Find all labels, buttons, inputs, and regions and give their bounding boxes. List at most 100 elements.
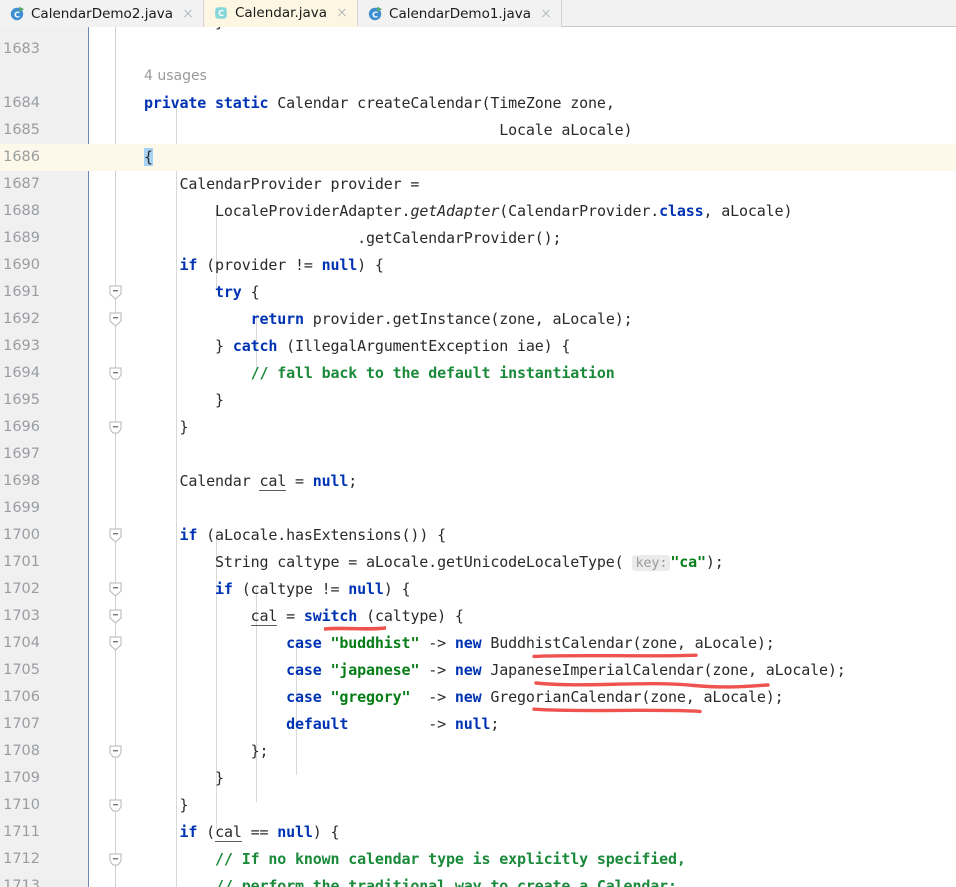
annotation-underline-switch (324, 625, 386, 632)
java-class-runnable-icon: C (10, 6, 25, 21)
code-row-active[interactable]: 1686 { (0, 144, 956, 171)
code-row[interactable]: 1695 } (0, 387, 956, 414)
code-line: // If no known calendar type is explicit… (215, 850, 686, 868)
code-row[interactable]: 1699 (0, 495, 956, 522)
code-row[interactable]: 1704 case "buddhist" -> new BuddhistCale… (0, 630, 956, 657)
line-number: 1694 (3, 365, 40, 381)
code-row[interactable]: 1698 Calendar cal = null; (0, 468, 956, 495)
code-row[interactable]: 1711 if (cal == null) { (0, 819, 956, 846)
code-row[interactable]: 1691 try { (0, 279, 956, 306)
code-row[interactable]: 1709 } (0, 765, 956, 792)
code-line: Calendar cal = null; (144, 472, 358, 491)
line-number: 1696 (3, 419, 40, 435)
code-line: } (144, 391, 224, 409)
editor-tab-label: CalendarDemo2.java (31, 5, 173, 22)
line-number: 1687 (3, 176, 40, 192)
code-line: { (144, 148, 153, 166)
code-line: } catch (IllegalArgumentException iae) { (144, 337, 571, 355)
code-line: } (144, 418, 189, 436)
code-line: } (144, 27, 224, 36)
editor-tab-bar: C CalendarDemo2.java C Calendar.java C C… (0, 0, 956, 27)
line-number: 1688 (3, 203, 40, 219)
code-editor[interactable]: 1682 } 1683 4 usages 1684 private static… (0, 27, 956, 887)
code-line: if (provider != null) { (179, 256, 384, 274)
code-line: if (cal == null) { (179, 823, 340, 842)
line-number: 1703 (3, 608, 40, 624)
code-row[interactable]: 1705 case "japanese" -> new JapaneseImpe… (0, 657, 956, 684)
line-number: 1695 (3, 392, 40, 408)
code-line: LocaleProviderAdapter.getAdapter(Calenda… (144, 202, 793, 220)
line-number: 1689 (3, 230, 40, 246)
line-number: 1693 (3, 338, 40, 354)
code-line: default -> null; (286, 715, 500, 733)
code-row[interactable]: 1700 if (aLocale.hasExtensions()) { (0, 522, 956, 549)
close-icon[interactable] (540, 8, 552, 20)
code-row[interactable]: 1701 String caltype = aLocale.getUnicode… (0, 549, 956, 576)
code-line: try { (215, 283, 260, 301)
line-number: 1685 (3, 122, 40, 138)
svg-text:C: C (14, 10, 20, 19)
line-number: 1683 (3, 41, 40, 57)
code-row[interactable]: 1690 if (provider != null) { (0, 252, 956, 279)
code-row[interactable]: 1693 } catch (IllegalArgumentException i… (0, 333, 956, 360)
code-row[interactable]: 1683 (0, 36, 956, 63)
code-row[interactable]: 1710 } (0, 792, 956, 819)
code-row[interactable]: 1685 Locale aLocale) (0, 117, 956, 144)
code-row[interactable]: 1706 case "gregory" -> new GregorianCale… (0, 684, 956, 711)
code-line: if (caltype != null) { (215, 580, 411, 598)
code-line: cal = switch (caltype) { (250, 607, 464, 626)
code-row[interactable]: 1708 }; (0, 738, 956, 765)
editor-tab-label: Calendar.java (234, 4, 328, 21)
line-number: 1704 (3, 635, 40, 651)
code-row[interactable]: 1703 cal = switch (caltype) { (0, 603, 956, 630)
line-number: 1700 (3, 527, 40, 543)
code-line: .getCalendarProvider(); (144, 229, 562, 247)
line-number: 1698 (3, 473, 40, 489)
line-number: 1709 (3, 770, 40, 786)
parameter-hint[interactable]: key: (632, 555, 671, 571)
annotation-underline-gregoriancalendar (532, 706, 702, 714)
line-number: 1707 (3, 716, 40, 732)
java-class-readonly-icon: C (214, 5, 229, 20)
code-row[interactable]: 1684 private static Calendar createCalen… (0, 90, 956, 117)
line-number: 1706 (3, 689, 40, 705)
editor-tab-label: CalendarDemo1.java (389, 5, 532, 22)
code-row[interactable]: 1688 LocaleProviderAdapter.getAdapter(Ca… (0, 198, 956, 225)
line-number: 1713 (3, 878, 40, 887)
code-row[interactable]: 1713 // perform the traditional way to c… (0, 873, 956, 887)
code-row[interactable]: 1682 } (0, 27, 956, 36)
close-icon[interactable] (336, 7, 348, 19)
svg-text:C: C (372, 10, 378, 19)
line-number: 1691 (3, 284, 40, 300)
svg-text:C: C (218, 9, 224, 18)
editor-tab-calendar[interactable]: C Calendar.java (203, 0, 359, 27)
code-line: } (144, 769, 224, 787)
code-row[interactable]: 1694 // fall back to the default instant… (0, 360, 956, 387)
line-number: 1692 (3, 311, 40, 327)
line-number: 1690 (3, 257, 40, 273)
code-row[interactable]: 1696 } (0, 414, 956, 441)
code-row[interactable]: 1689 .getCalendarProvider(); (0, 225, 956, 252)
code-row[interactable]: 1707 default -> null; (0, 711, 956, 738)
code-line: return provider.getInstance(zone, aLocal… (250, 310, 633, 328)
inlay-row: 4 usages (0, 63, 956, 90)
code-row[interactable]: 1692 return provider.getInstance(zone, a… (0, 306, 956, 333)
line-number: 1697 (3, 446, 40, 462)
line-number: 1684 (3, 95, 40, 111)
code-row[interactable]: 1712 // If no known calendar type is exp… (0, 846, 956, 873)
code-row[interactable]: 1687 CalendarProvider provider = (0, 171, 956, 198)
code-line: CalendarProvider provider = (144, 175, 420, 193)
code-line: // fall back to the default instantiatio… (250, 364, 615, 382)
code-row[interactable]: 1697 (0, 441, 956, 468)
line-number: 1710 (3, 797, 40, 813)
code-line: if (aLocale.hasExtensions()) { (179, 526, 447, 544)
editor-tab-calendardemo2[interactable]: C CalendarDemo2.java (0, 0, 204, 27)
usages-inlay-hint[interactable]: 4 usages (144, 63, 207, 90)
code-row[interactable]: 1702 if (caltype != null) { (0, 576, 956, 603)
close-icon[interactable] (182, 8, 194, 20)
editor-tab-calendardemo1[interactable]: C CalendarDemo1.java (358, 0, 563, 27)
annotation-underline-buddhistcalendar (532, 652, 698, 659)
line-number: 1686 (3, 149, 40, 165)
line-number: 1702 (3, 581, 40, 597)
code-line: private static Calendar createCalendar(T… (144, 94, 615, 112)
